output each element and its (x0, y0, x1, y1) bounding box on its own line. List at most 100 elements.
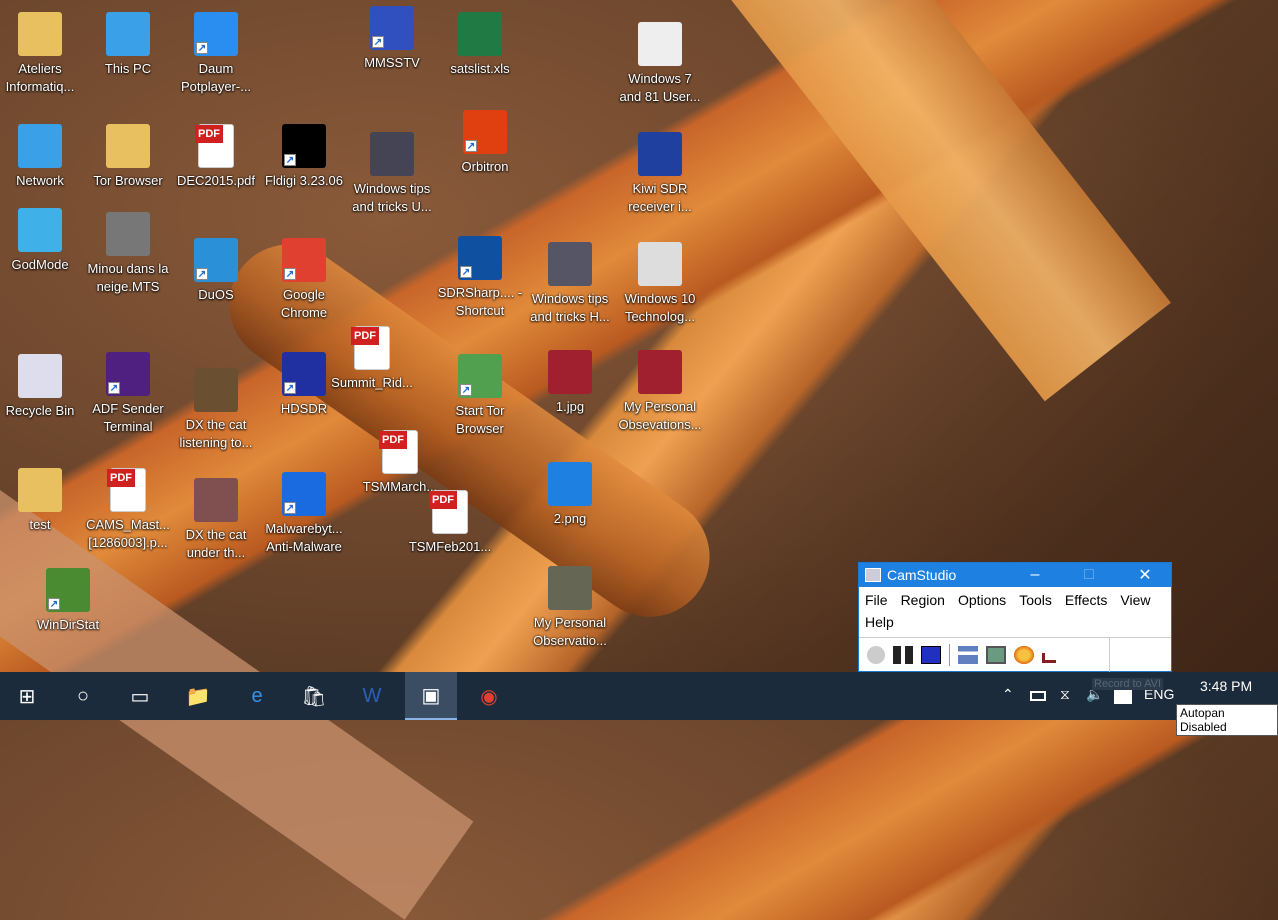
shortcut-arrow-icon: ↗ (460, 266, 472, 278)
desktop-icon[interactable]: Ateliers Informatiq... (0, 12, 84, 96)
pdf-icon: PDF (429, 490, 468, 534)
pdf-badge: PDF (107, 469, 135, 487)
desktop-icon[interactable]: ↗ Google Chrome (260, 238, 348, 322)
pdf-badge: PDF (195, 125, 223, 143)
shortcut-arrow-icon: ↗ (460, 384, 472, 396)
video-thumbnail-icon (194, 368, 238, 412)
desktop-icon[interactable]: ↗ DuOS (172, 238, 260, 304)
sdrsharp-icon: ↗ (458, 236, 502, 280)
file-explorer-icon[interactable]: 📁 (172, 672, 224, 720)
minimize-button[interactable]: – (1015, 563, 1055, 587)
menu-bar: File Region Options Tools Effects View Help (859, 587, 1171, 635)
desktop-icon[interactable]: ↗ Daum Potplayer-... (172, 12, 260, 96)
menu-help[interactable]: Help (865, 614, 894, 630)
desktop-icon[interactable]: 2.png (526, 462, 614, 528)
shortcut-arrow-icon: ↗ (372, 36, 384, 48)
desktop-icon[interactable]: ↗ ADF Sender Terminal (84, 352, 172, 436)
edge-icon[interactable]: e (231, 672, 283, 720)
desktop-icon[interactable]: Windows 10 Technolog... (616, 242, 704, 326)
desktop-icon[interactable]: GodMode (0, 208, 84, 274)
video-thumbnail-icon (638, 350, 682, 394)
desktop-icon-label: Fldigi 3.23.06 (264, 173, 344, 188)
desktop-icon[interactable]: My Personal Observatio... (526, 566, 614, 650)
desktop-icon[interactable]: PDF DEC2015.pdf (172, 124, 260, 190)
desktop-icon[interactable]: Windows 7 and 81 User... (616, 22, 704, 106)
desktop-icon[interactable]: Windows tips and tricks H... (526, 242, 614, 326)
image-thumbnail-icon (548, 350, 592, 394)
folder-icon (106, 124, 150, 168)
desktop-icon[interactable]: My Personal Obsevations... (616, 350, 704, 434)
shortcut-arrow-icon: ↗ (108, 382, 120, 394)
desktop-icon[interactable]: test (0, 468, 84, 534)
desktop-icon[interactable]: PDF CAMS_Mast... [1286003].p... (84, 468, 172, 552)
mmsstv-icon: ↗ (370, 6, 414, 50)
desktop-icon[interactable]: Tor Browser (84, 124, 172, 190)
camstudio-icon[interactable]: ▣ (405, 672, 457, 720)
show-hidden-icons-chevron-icon[interactable]: ⌃ (1002, 686, 1014, 703)
desktop-icon[interactable]: Minou dans la neige.MTS (84, 212, 172, 296)
store-icon[interactable]: 🛍 (288, 672, 340, 720)
desktop-icon[interactable]: Windows tips and tricks U... (348, 132, 436, 216)
close-button[interactable]: ✕ (1125, 563, 1165, 587)
menu-tools[interactable]: Tools (1019, 592, 1052, 608)
desktop-icon[interactable]: DX the cat listening to... (172, 368, 260, 452)
menu-file[interactable]: File (865, 592, 888, 608)
pdf-badge: PDF (379, 431, 407, 449)
desktop-icon[interactable]: ↗ HDSDR (260, 352, 348, 418)
options-icon[interactable] (958, 645, 978, 664)
desktop-icon[interactable]: Network (0, 124, 84, 190)
menu-effects[interactable]: Effects (1065, 592, 1108, 608)
desktop-icon-label: Windows 10 Technolog... (624, 291, 696, 324)
shortcut-arrow-icon: ↗ (284, 502, 296, 514)
desktop-icon-label: MMSSTV (364, 55, 420, 70)
image-thumbnail-icon (548, 462, 592, 506)
menu-view[interactable]: View (1120, 592, 1150, 608)
desktop-icon[interactable]: PDF TSMFeb201... (406, 490, 494, 556)
video-thumbnail-icon (370, 132, 414, 176)
record-icon[interactable] (867, 645, 885, 664)
desktop-icon[interactable]: Recycle Bin (0, 354, 84, 420)
pause-icon[interactable] (893, 645, 913, 664)
region-icon[interactable] (986, 645, 1006, 664)
chrome-icon: ↗ (282, 238, 326, 282)
task-view-icon[interactable]: ▭ (114, 672, 166, 720)
autopan-icon[interactable] (1042, 652, 1056, 663)
desktop-icon[interactable]: DX the cat under th... (172, 478, 260, 562)
play-icon: ↗ (194, 12, 238, 56)
desktop-icon[interactable]: This PC (84, 12, 172, 78)
desktop-icon[interactable]: Kiwi SDR receiver i... (616, 132, 704, 216)
shortcut-arrow-icon: ↗ (465, 140, 477, 152)
desktop-icon-label: Windows 7 and 81 User... (619, 71, 701, 104)
desktop-icon[interactable]: PDF TSMMarch... (356, 430, 444, 496)
camstudio-window: CamStudio – □ ✕ File Region Options Tools Ef… (858, 562, 1172, 672)
windows-start-icon[interactable]: ⊞ (1, 672, 53, 720)
window-title: CamStudio (887, 567, 957, 583)
excel-icon (458, 12, 502, 56)
menu-options[interactable]: Options (958, 592, 1006, 608)
clock[interactable]: 3:48 PM (1200, 678, 1252, 694)
desktop-icon[interactable]: 1.jpg (526, 350, 614, 416)
cortana-search-icon[interactable]: ○ (57, 672, 109, 720)
action-center-icon[interactable] (1114, 688, 1132, 704)
chrome-icon[interactable]: ◉ (463, 672, 515, 720)
desktop-icon[interactable]: ↗ Orbitron (441, 110, 529, 176)
desktop-icon-label: Windows tips and tricks H... (530, 291, 610, 324)
desktop-icon[interactable]: ↗ Start Tor Browser (436, 354, 524, 438)
stop-icon[interactable] (921, 645, 941, 664)
desktop-icon[interactable]: ↗ Malwarebyt... Anti-Malware (260, 472, 348, 556)
desktop-icon-label: Network (16, 173, 64, 188)
menu-region[interactable]: Region (901, 592, 945, 608)
desktop-icon[interactable]: satslist.xls (436, 12, 524, 78)
battery-icon[interactable] (1030, 691, 1046, 701)
word-icon[interactable]: W (346, 672, 398, 720)
desktop-icon-label: SDRSharp.... - Shortcut (437, 285, 523, 318)
shortcut-arrow-icon: ↗ (48, 598, 60, 610)
wifi-icon[interactable]: ⧖ (1060, 686, 1070, 703)
network-icon (18, 124, 62, 168)
maximize-button[interactable]: □ (1069, 563, 1109, 587)
desktop-icon[interactable]: ↗ Fldigi 3.23.06 (260, 124, 348, 190)
effects-icon[interactable] (1014, 645, 1034, 664)
desktop-icon[interactable]: ↗ SDRSharp.... - Shortcut (436, 236, 524, 320)
desktop-icon[interactable]: ↗ MMSSTV (348, 6, 436, 72)
desktop-icon[interactable]: ↗ WinDirStat (24, 568, 112, 634)
